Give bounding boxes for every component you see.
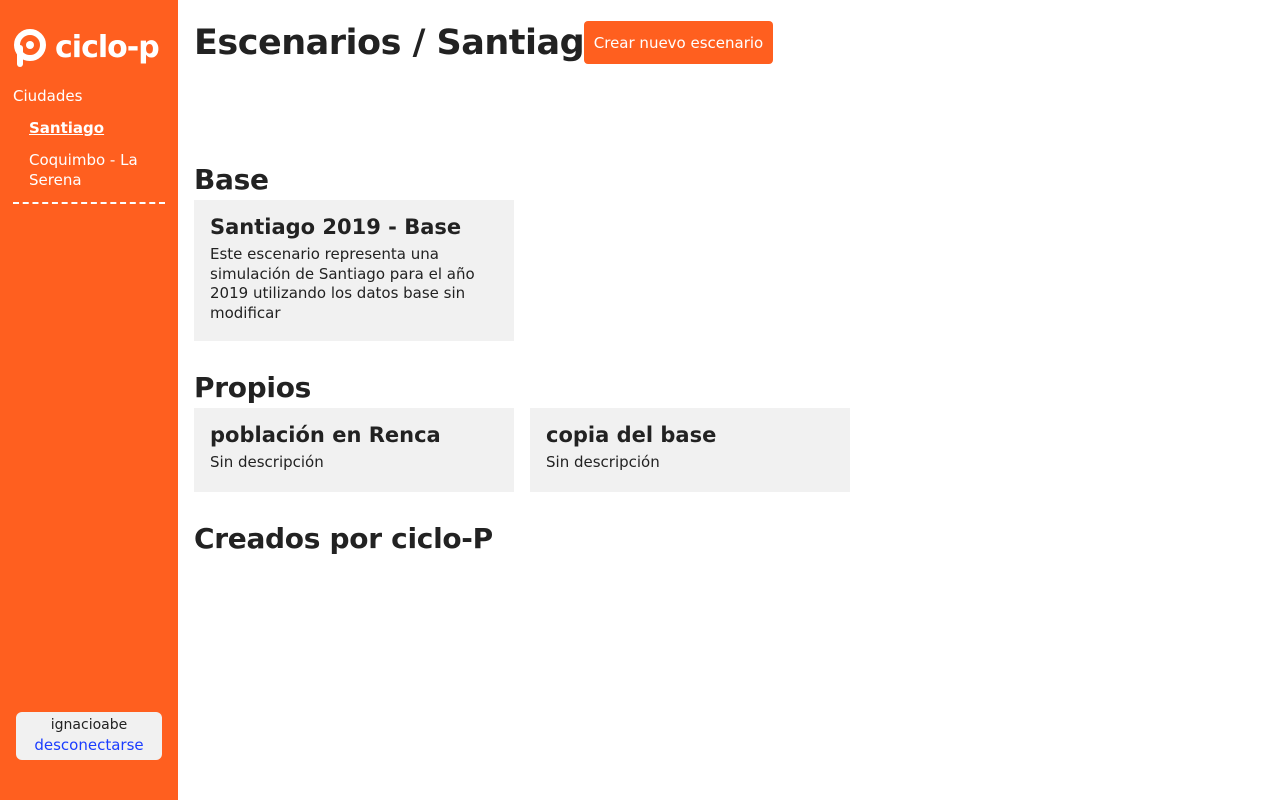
section-title-base: Base: [194, 163, 269, 196]
scenario-card[interactable]: copia del base Sin descripción: [530, 408, 850, 492]
brand-logo[interactable]: ciclo-p: [13, 27, 165, 69]
section-title-creados-por-ciclo-p: Creados por ciclo-P: [194, 522, 493, 555]
scenario-card-title: población en Renca: [210, 423, 441, 447]
scenario-card[interactable]: Santiago 2019 - Base Este escenario repr…: [194, 200, 514, 341]
scenario-card-description: Sin descripción: [210, 453, 324, 471]
sidebar-item-coquimbo-la-serena[interactable]: Coquimbo - La Serena: [29, 150, 159, 190]
sidebar-item-santiago[interactable]: Santiago: [29, 118, 159, 138]
scenario-card-description: Sin descripción: [546, 453, 660, 471]
page-title: Escenarios / Santiago: [194, 23, 608, 63]
scenario-card-title: Santiago 2019 - Base: [210, 215, 462, 239]
sidebar-divider: [13, 202, 165, 204]
username: ignacioabe: [50, 717, 128, 733]
scenario-card-title: copia del base: [546, 423, 717, 447]
logo-icon: [14, 29, 46, 67]
city-list: Santiago Coquimbo - La Serena: [29, 118, 159, 202]
sidebar: ciclo-p Ciudades Santiago Coquimbo - La …: [0, 0, 178, 800]
cities-label: Ciudades: [13, 87, 83, 105]
brand-name: ciclo-p: [55, 30, 160, 65]
scenario-card[interactable]: población en Renca Sin descripción: [194, 408, 514, 492]
scenario-card-description: Este escenario representa una simulación…: [210, 245, 475, 322]
user-box: ignacioabe desconectarse: [16, 712, 162, 760]
section-title-propios: Propios: [194, 371, 312, 404]
logout-link[interactable]: desconectarse: [16, 734, 162, 756]
create-scenario-button[interactable]: Crear nuevo escenario: [584, 21, 773, 64]
